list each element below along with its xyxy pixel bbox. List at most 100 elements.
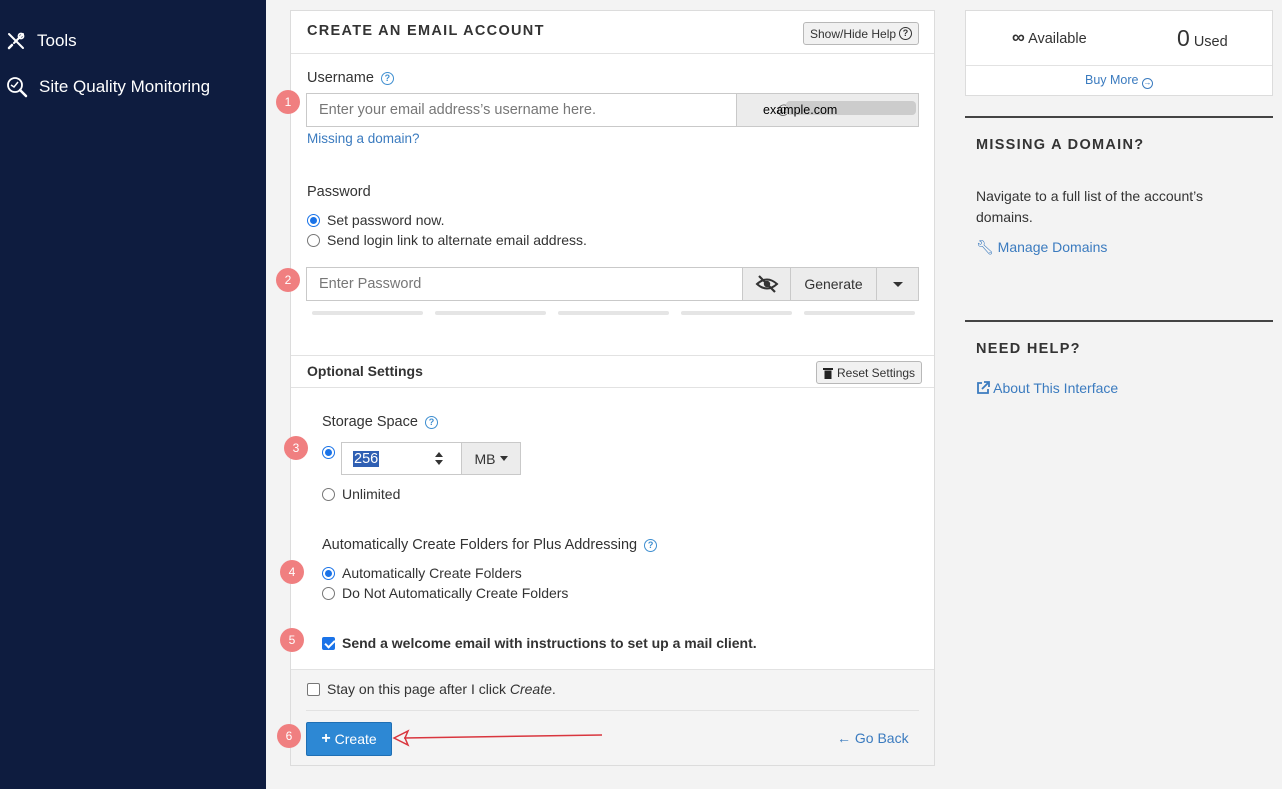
domain-select[interactable]: @ example.com [736,93,919,127]
radio-button[interactable] [307,213,320,227]
option-label: Send a welcome email with instructions t… [342,635,757,651]
go-back-link[interactable]: ← Go Back [837,730,909,746]
show-hide-help-button[interactable]: Show/Hide Help ? [803,22,920,45]
caret-down-icon [499,456,508,461]
divider [966,65,1272,66]
quota-value: 256 [353,450,380,467]
unlimited-storage-option[interactable]: Unlimited [322,486,400,502]
welcome-email-option[interactable]: Send a welcome email with instructions t… [322,635,757,651]
divider [306,710,919,711]
trash-icon [823,367,833,379]
set-password-now-option[interactable]: Set password now. [307,212,445,228]
sidebar: Tools Site Quality Monitoring [0,0,266,789]
missing-domain-link[interactable]: Missing a domain? [307,131,420,146]
strength-meter-segment [558,311,669,315]
toggle-password-visibility-button[interactable] [742,267,791,301]
storage-quota-input[interactable]: 256 [341,442,462,475]
username-label: Username ? [307,70,394,86]
available-stat: ∞ Available [1012,27,1087,48]
available-label: Available [1028,31,1087,47]
option-label: Automatically Create Folders [342,565,522,581]
divider [291,387,934,388]
show-hide-help-label: Show/Hide Help [810,26,897,41]
reset-settings-button[interactable]: Reset Settings [816,361,923,384]
create-button[interactable]: + Create [306,722,392,756]
radio-button[interactable] [322,586,335,600]
create-email-panel: CREATE AN EMAIL ACCOUNT Show/Hide Help ?… [290,10,935,766]
strength-meter-segment [681,311,792,315]
sidebar-item-tools[interactable]: Tools [6,31,77,51]
step-badge: 4 [280,560,304,584]
about-interface-link[interactable]: About This Interface [976,380,1118,396]
option-label: Unlimited [342,486,401,502]
help-circle-icon: ? [899,27,913,40]
step-badge: 2 [276,268,300,292]
divider [291,355,934,356]
help-icon[interactable]: ? [644,539,658,552]
help-icon[interactable]: ? [424,416,438,429]
checkbox[interactable] [322,636,335,650]
reset-settings-label: Reset Settings [837,365,916,380]
panel-title: CREATE AN EMAIL ACCOUNT [307,23,545,39]
used-count: 0 [1177,25,1190,51]
checkbox[interactable] [307,682,320,696]
stay-suffix: . [551,681,556,697]
stay-emphasis: Create [509,681,552,697]
send-login-link-option[interactable]: Send login link to alternate email addre… [307,232,587,248]
generate-options-dropdown[interactable] [876,267,919,301]
password-input[interactable]: Enter Password [306,267,743,301]
sidebar-item-label: Tools [37,31,77,50]
plus-addressing-label-text: Automatically Create Folders for Plus Ad… [322,537,638,553]
arrow-circle-right-icon: → [1141,78,1153,89]
need-help-title: NEED HELP? [976,341,1081,357]
buy-more-label: Buy More [1085,73,1139,87]
radio-button[interactable] [322,446,335,459]
help-icon[interactable]: ? [380,72,394,85]
eye-slash-icon [755,275,778,293]
tools-icon [7,32,25,50]
optional-settings-title: Optional Settings [307,363,423,379]
storage-space-label: Storage Space ? [322,414,438,430]
storage-unit-dropdown[interactable]: MB [461,442,521,475]
magnifier-icon [7,77,28,98]
sidebar-item-site-quality[interactable]: Site Quality Monitoring [6,76,210,98]
missing-domain-title: MISSING A DOMAIN? [976,137,1145,153]
section-rule [965,320,1273,322]
buy-more-link[interactable]: Buy More → [1085,73,1153,89]
section-rule [965,116,1273,118]
step-badge: 3 [284,436,308,460]
divider [291,53,934,54]
arrow-left-icon: ← [837,730,851,746]
password-label: Password [307,184,371,200]
annotation-arrow [392,729,603,747]
auto-create-folders-option[interactable]: Automatically Create Folders [322,565,522,581]
manage-domains-link[interactable]: 🔧︎ Manage Domains [976,239,1107,256]
step-badge: 6 [277,724,301,748]
strength-meter-segment [435,311,546,315]
create-label: Create [334,731,377,747]
external-link-icon [977,381,990,394]
generate-password-button[interactable]: Generate [790,267,877,301]
username-label-text: Username [307,70,374,86]
step-badge: 5 [280,628,304,652]
radio-button[interactable] [322,566,335,580]
infinity-icon: ∞ [1012,27,1025,47]
used-label: Used [1193,34,1228,50]
plus-icon: + [321,730,331,747]
sidebar-item-label: Site Quality Monitoring [39,77,211,96]
stay-on-page-option[interactable]: Stay on this page after I click Create. [307,681,556,697]
username-input[interactable]: Enter your email address’s username here… [306,93,737,127]
go-back-label: Go Back [854,730,909,746]
plus-addressing-label: Automatically Create Folders for Plus Ad… [322,537,658,553]
missing-domain-text: Navigate to a full list of the account’s… [976,188,1203,225]
stay-prefix: Stay on this page after I click [327,681,510,697]
spinner-arrows-icon[interactable] [435,452,443,465]
radio-button[interactable] [322,487,335,501]
option-label: Set password now. [327,212,445,228]
storage-quota-option[interactable] [322,446,342,459]
option-label: Do Not Automatically Create Folders [342,585,569,601]
no-auto-create-folders-option[interactable]: Do Not Automatically Create Folders [322,585,568,601]
manage-domains-label: Manage Domains [997,239,1108,255]
radio-button[interactable] [307,233,320,247]
used-stat: 0 Used [1177,25,1228,52]
